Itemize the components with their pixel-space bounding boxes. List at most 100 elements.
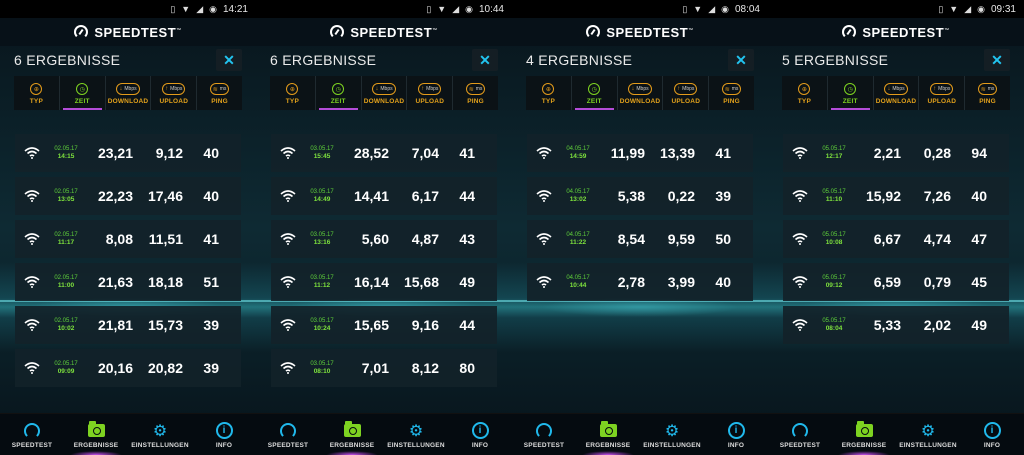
nav-speedtest[interactable]: SPEEDTEST: [512, 414, 576, 455]
sort-column-ping[interactable]: ≋ ms PING: [197, 76, 242, 110]
battery-icon: ◉: [721, 3, 729, 14]
nav-info[interactable]: i INFO: [960, 414, 1024, 455]
result-row[interactable]: 05.05.17 10:08 6,67 4,74 47: [783, 220, 1009, 258]
nav-einstellungen[interactable]: ⚙ EINSTELLUNGEN: [128, 414, 192, 455]
nav-einstellungen[interactable]: ⚙ EINSTELLUNGEN: [384, 414, 448, 455]
sort-column-ping[interactable]: ≋ ms PING: [965, 76, 1010, 110]
speedtest-logo-icon: [74, 25, 89, 39]
result-time: 09:12: [825, 282, 843, 289]
result-row[interactable]: 03.05.17 11:12 16,14 15,68 49: [271, 263, 497, 301]
sort-column-upload[interactable]: ↑ Mbps UPLOAD: [151, 76, 198, 110]
nav-label: EINSTELLUNGEN: [899, 441, 957, 449]
upload-value: 6,17: [411, 188, 439, 204]
nav-ergebnisse[interactable]: ERGEBNISSE: [832, 414, 896, 455]
nav-einstellungen[interactable]: ⚙ EINSTELLUNGEN: [640, 414, 704, 455]
nav-info[interactable]: i INFO: [448, 414, 512, 455]
column-label: DOWNLOAD: [619, 98, 661, 105]
nav-speedtest[interactable]: SPEEDTEST: [0, 414, 64, 455]
result-row[interactable]: 03.05.17 15:45 28,52 7,04 41: [271, 134, 497, 172]
result-time: 08:10: [313, 368, 331, 375]
sort-column-download[interactable]: ↓ Mbps DOWNLOAD: [618, 76, 664, 110]
result-row[interactable]: 04.05.17 13:02 5,38 0,22 39: [527, 177, 753, 215]
nav-ergebnisse[interactable]: ERGEBNISSE: [64, 414, 128, 455]
sort-column-zeit[interactable]: ◷ ZEIT: [60, 76, 106, 110]
sort-column-download[interactable]: ↓ Mbps DOWNLOAD: [106, 76, 152, 110]
upload-value: 15,73: [147, 317, 183, 333]
result-row[interactable]: 02.05.17 10:02 21,81 15,73 39: [15, 306, 241, 344]
tools-button[interactable]: ✕: [984, 49, 1010, 71]
tools-button[interactable]: ✕: [216, 49, 242, 71]
sort-column-typ[interactable]: ⊕ TYP: [782, 76, 828, 110]
download-value: 8,08: [105, 231, 133, 247]
result-row[interactable]: 03.05.17 14:49 14,41 6,17 44: [271, 177, 497, 215]
result-datetime: 02.05.17 09:09: [49, 360, 83, 376]
nav-speedtest[interactable]: SPEEDTEST: [768, 414, 832, 455]
sort-column-download[interactable]: ↓ Mbps DOWNLOAD: [362, 76, 408, 110]
result-row[interactable]: 05.05.17 08:04 5,33 2,02 49: [783, 306, 1009, 344]
upload-value: 0,28: [923, 145, 951, 161]
nav-info[interactable]: i INFO: [192, 414, 256, 455]
info-icon: i: [215, 421, 233, 441]
result-row[interactable]: 03.05.17 13:16 5,60 4,87 43: [271, 220, 497, 258]
ping-value: 47: [971, 231, 987, 247]
sort-column-upload[interactable]: ↑ Mbps UPLOAD: [663, 76, 710, 110]
result-row[interactable]: 02.05.17 09:09 20,16 20,82 39: [15, 349, 241, 387]
app-header: SPEEDTEST™: [0, 18, 256, 46]
sort-column-zeit[interactable]: ◷ ZEIT: [316, 76, 362, 110]
column-label: TYP: [29, 98, 44, 105]
nav-einstellungen[interactable]: ⚙ EINSTELLUNGEN: [896, 414, 960, 455]
result-time: 15:45: [313, 153, 331, 160]
unit-label: Mbps: [938, 86, 951, 92]
wifi-signal-icon: ▼: [949, 4, 959, 14]
result-row[interactable]: 04.05.17 10:44 2,78 3,99 40: [527, 263, 753, 301]
sort-column-zeit[interactable]: ◷ ZEIT: [572, 76, 618, 110]
result-time: 14:49: [313, 196, 331, 203]
sort-column-upload[interactable]: ↑ Mbps UPLOAD: [919, 76, 966, 110]
result-row[interactable]: 05.05.17 11:10 15,92 7,26 40: [783, 177, 1009, 215]
result-time: 08:04: [825, 325, 843, 332]
results-list: 02.05.17 14:15 23,21 9,12 40 02.05.17 13:05 22,…: [15, 134, 241, 392]
results-header: 6 ERGEBNISSE ✕: [256, 46, 512, 74]
wifi-icon: [271, 362, 305, 374]
result-row[interactable]: 04.05.17 14:59 11,99 13,39 41: [527, 134, 753, 172]
download-value: 5,38: [617, 188, 645, 204]
result-row[interactable]: 04.05.17 11:22 8,54 9,59 50: [527, 220, 753, 258]
nav-ergebnisse[interactable]: ERGEBNISSE: [320, 414, 384, 455]
ping-value: 40: [203, 188, 219, 204]
sort-column-download[interactable]: ↓ Mbps DOWNLOAD: [874, 76, 920, 110]
column-label: UPLOAD: [415, 98, 445, 105]
sort-column-zeit[interactable]: ◷ ZEIT: [828, 76, 874, 110]
result-row[interactable]: 02.05.17 11:00 21,63 18,18 51: [15, 263, 241, 301]
nav-ergebnisse[interactable]: ERGEBNISSE: [576, 414, 640, 455]
nav-info[interactable]: i INFO: [704, 414, 768, 455]
tools-button[interactable]: ✕: [472, 49, 498, 71]
result-row[interactable]: 02.05.17 13:05 22,23 17,46 40: [15, 177, 241, 215]
column-label: UPLOAD: [671, 98, 701, 105]
column-label: ZEIT: [330, 98, 346, 105]
result-row[interactable]: 02.05.17 14:15 23,21 9,12 40: [15, 134, 241, 172]
result-date: 05.05.17: [822, 146, 846, 152]
vibrate-icon: ▯: [682, 3, 688, 14]
tools-button[interactable]: ✕: [728, 49, 754, 71]
unit-label: Mbps: [380, 86, 393, 92]
result-row[interactable]: 02.05.17 11:17 8,08 11,51 41: [15, 220, 241, 258]
upload-value: 3,99: [667, 274, 695, 290]
nav-speedtest[interactable]: SPEEDTEST: [256, 414, 320, 455]
sort-column-ping[interactable]: ≋ ms PING: [709, 76, 754, 110]
result-row[interactable]: 05.05.17 09:12 6,59 0,79 45: [783, 263, 1009, 301]
sort-column-typ[interactable]: ⊕ TYP: [526, 76, 572, 110]
wifi-icon: [271, 190, 305, 202]
wifi-icon: [783, 147, 817, 159]
sort-column-typ[interactable]: ⊕ TYP: [14, 76, 60, 110]
cell-signal-icon: ◢: [196, 3, 204, 14]
unit-label: Mbps: [892, 86, 905, 92]
sort-column-upload[interactable]: ↑ Mbps UPLOAD: [407, 76, 454, 110]
result-row[interactable]: 03.05.17 10:24 15,65 9,16 44: [271, 306, 497, 344]
result-row[interactable]: 05.05.17 12:17 2,21 0,28 94: [783, 134, 1009, 172]
ping-value: 41: [203, 231, 219, 247]
result-time: 10:24: [313, 325, 331, 332]
result-row[interactable]: 03.05.17 08:10 7,01 8,12 80: [271, 349, 497, 387]
sort-column-ping[interactable]: ≋ ms PING: [453, 76, 498, 110]
download-value: 28,52: [353, 145, 389, 161]
sort-column-typ[interactable]: ⊕ TYP: [270, 76, 316, 110]
